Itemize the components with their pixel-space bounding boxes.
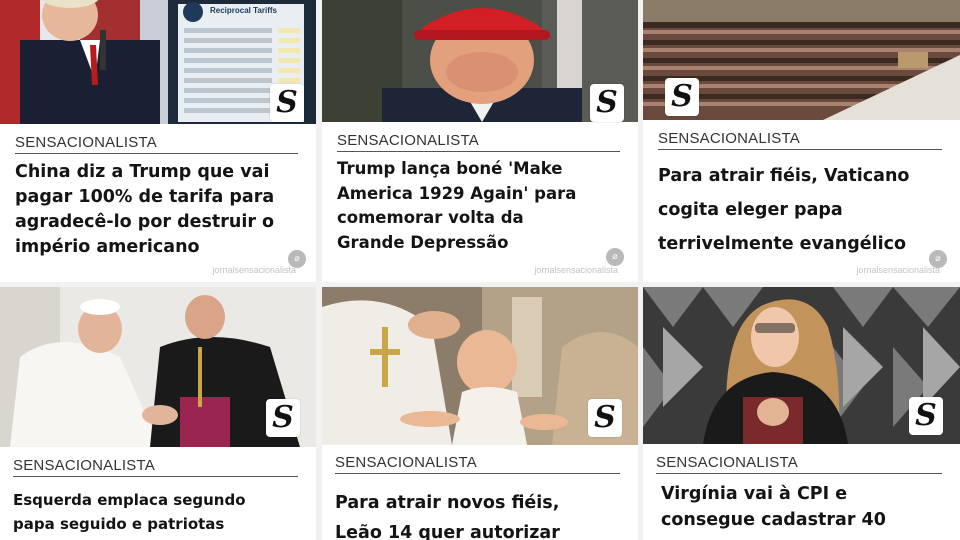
sensacionalista-logo-icon: S	[594, 400, 616, 435]
news-card-virginia-cpi[interactable]: S SENSACIONALISTA Virgínia vai à CPI e c…	[643, 287, 960, 540]
brand-label: SENSACIONALISTA	[15, 134, 157, 151]
brand-divider	[337, 151, 620, 152]
instagram-credit: jornalsensacionalista	[534, 265, 618, 275]
headline[interactable]: Para atrair fiéis, Vaticano cogita elege…	[658, 159, 946, 261]
brand-divider	[658, 149, 942, 150]
card-photo-trump-tariff-board: Reciprocal Tariffs	[0, 0, 316, 124]
sensacionalista-logo-badge: S	[665, 78, 699, 116]
brand-divider	[13, 476, 298, 477]
news-card-vaticano[interactable]: S SENSACIONALISTA Para atrair fiéis, Vat…	[643, 0, 960, 282]
news-card-papa-esquerda[interactable]: S SENSACIONALISTA Esquerda emplaca segun…	[0, 287, 316, 540]
sensacionalista-logo-badge: S	[266, 399, 300, 437]
sensacionalista-logo-icon: S	[276, 85, 298, 120]
headline[interactable]: Esquerda emplaca segundo papa seguido e …	[13, 488, 302, 536]
instagram-credit: jornalsensacionalista	[212, 265, 296, 275]
brand-label: SENSACIONALISTA	[337, 132, 479, 149]
share-icon[interactable]: ⌀	[606, 248, 624, 266]
sensacionalista-logo-badge: S	[909, 397, 943, 435]
sensacionalista-logo-icon: S	[671, 79, 693, 114]
headline[interactable]: Para atrair novos fiéis, Leão 14 quer au…	[335, 488, 624, 540]
instagram-credit: jornalsensacionalista	[856, 265, 940, 275]
news-card-leao-14[interactable]: S SENSACIONALISTA Para atrair novos fiéi…	[322, 287, 638, 540]
brand-divider	[335, 473, 620, 474]
share-icon[interactable]: ⌀	[929, 250, 947, 268]
headline[interactable]: Virgínia vai à CPI e consegue cadastrar …	[661, 481, 946, 533]
sensacionalista-logo-icon: S	[596, 85, 618, 120]
sensacionalista-logo-badge: S	[590, 84, 624, 122]
brand-divider	[15, 153, 298, 154]
sensacionalista-logo-badge: S	[270, 84, 304, 122]
news-card-trump-china[interactable]: Reciprocal Tariffs S SENSACIONALISTA Chi…	[0, 0, 316, 282]
share-icon[interactable]: ⌀	[288, 250, 306, 268]
board-title: Reciprocal Tariffs	[210, 6, 277, 15]
brand-divider	[656, 473, 942, 474]
brand-label: SENSACIONALISTA	[656, 454, 798, 471]
brand-label: SENSACIONALISTA	[13, 457, 155, 474]
news-card-trump-cap[interactable]: S SENSACIONALISTA Trump lança boné 'Make…	[322, 0, 638, 282]
brand-label: SENSACIONALISTA	[658, 130, 800, 147]
sensacionalista-logo-icon: S	[272, 400, 294, 435]
brand-label: SENSACIONALISTA	[335, 454, 477, 471]
headline[interactable]: Trump lança boné 'Make America 1929 Agai…	[337, 157, 624, 255]
sensacionalista-logo-badge: S	[588, 399, 622, 437]
headline[interactable]: China diz a Trump que vai pagar 100% de …	[15, 160, 302, 260]
sensacionalista-logo-icon: S	[915, 398, 937, 433]
